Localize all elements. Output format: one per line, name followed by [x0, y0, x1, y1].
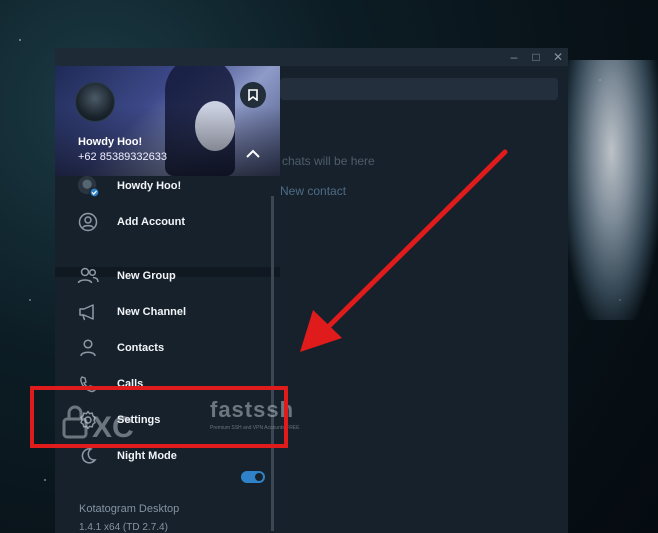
menu-item-contacts[interactable]: Contacts: [55, 332, 280, 364]
menu-item-label: New Group: [117, 270, 176, 282]
astronaut-wallpaper: [565, 60, 658, 320]
close-icon[interactable]: ✕: [551, 50, 565, 64]
search-input[interactable]: [280, 78, 558, 100]
new-contact-link[interactable]: New contact: [280, 184, 346, 198]
maximize-icon[interactable]: □: [529, 50, 543, 64]
chat-list-hint: chats will be here: [282, 154, 375, 168]
account-avatar-icon: [77, 175, 99, 198]
menu-scrollbar[interactable]: [271, 196, 274, 531]
person-icon: [77, 337, 99, 359]
app-name[interactable]: Kotatogram Desktop: [79, 503, 179, 515]
app-window: – □ ✕ chats will be here New contact How…: [55, 48, 568, 533]
menu-item-new-channel[interactable]: New Channel: [55, 296, 280, 328]
menu-item-label: Add Account: [117, 216, 186, 228]
moon-icon: [77, 445, 99, 467]
menu-item-new-group[interactable]: New Group: [55, 260, 280, 292]
menu-item-label: Howdy Hoo!: [117, 180, 182, 192]
group-icon: [77, 265, 99, 287]
avatar[interactable]: [75, 82, 115, 122]
menu-item-add-account[interactable]: Add Account: [55, 206, 280, 238]
add-account-icon: [77, 211, 99, 233]
app-version: 1.4.1 x64 (TD 2.7.4): [79, 522, 168, 533]
profile-cover: Howdy Hoo! +62 85389332633: [55, 66, 280, 176]
profile-name: Howdy Hoo!: [78, 136, 143, 148]
highlight-box: [30, 386, 288, 448]
chevron-up-icon[interactable]: [240, 140, 266, 166]
menu-item-label: Night Mode: [117, 450, 177, 462]
main-menu-drawer: Howdy Hoo! +62 85389332633 Howdy Hoo! Ad…: [55, 66, 280, 533]
bookmark-icon[interactable]: [240, 82, 266, 108]
title-bar: – □ ✕: [55, 48, 568, 66]
menu-item-account[interactable]: Howdy Hoo!: [55, 170, 280, 202]
menu-item-label: Contacts: [117, 342, 165, 354]
megaphone-icon: [77, 301, 99, 323]
profile-phone: +62 85389332633: [78, 151, 168, 163]
night-mode-toggle[interactable]: [241, 471, 265, 483]
minimize-icon[interactable]: –: [507, 50, 521, 64]
menu-item-label: New Channel: [117, 306, 187, 318]
